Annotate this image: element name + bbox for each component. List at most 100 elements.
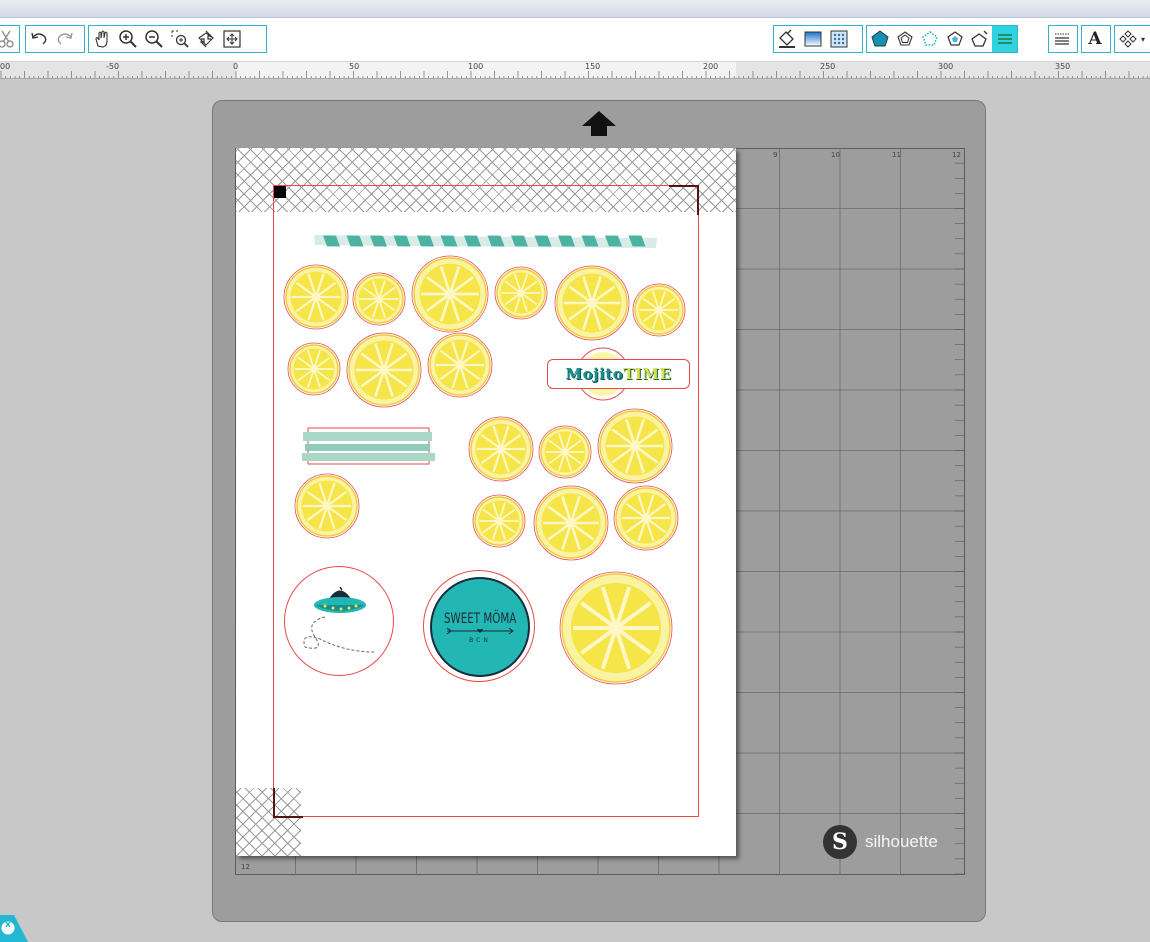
lemon-slice-sticker[interactable] xyxy=(559,571,673,685)
mojito-time-sticker[interactable]: MojitoTIME xyxy=(547,344,690,404)
scissors-icon xyxy=(0,30,14,48)
lemon-icon xyxy=(294,473,360,539)
mojito-label-text: MojitoTIME xyxy=(565,365,672,383)
lemon-slice-sticker[interactable] xyxy=(613,485,679,551)
offset-lines-icon xyxy=(1055,33,1069,45)
lemon-slice-sticker[interactable] xyxy=(411,255,489,333)
offset-tool-group xyxy=(1048,25,1078,53)
replicate-dropdown-caret[interactable]: ▾ xyxy=(1141,35,1145,44)
ruler-label: 300 xyxy=(938,62,954,71)
lemon-icon xyxy=(613,485,679,551)
cut-button[interactable] xyxy=(0,26,19,52)
fill-pattern-button[interactable] xyxy=(826,26,852,52)
lemon-slice-sticker[interactable] xyxy=(533,485,609,561)
horizontal-ruler: 00 -50 0 50 100 150 200 250 300 350 xyxy=(0,62,1150,79)
lemon-slice-sticker[interactable] xyxy=(554,265,630,341)
redo-button[interactable] xyxy=(52,26,78,52)
brand-name: silhouette xyxy=(865,832,938,851)
lemon-slice-sticker[interactable] xyxy=(352,272,406,326)
align-lines-button[interactable] xyxy=(992,26,1017,52)
lemon-icon xyxy=(346,332,422,408)
zoom-fit-button[interactable] xyxy=(193,26,219,52)
history-tool-group xyxy=(25,25,85,53)
lemon-slice-sticker[interactable] xyxy=(632,283,686,337)
offset-lines-button[interactable] xyxy=(1049,26,1075,52)
align-lines-icon xyxy=(997,34,1012,44)
pan-button[interactable] xyxy=(89,26,115,52)
ufo-icon xyxy=(303,586,376,653)
lemon-icon xyxy=(427,332,493,398)
side-panel-toggle-label: x xyxy=(5,920,11,930)
lemon-icon xyxy=(597,408,673,484)
ruler-label: 0 xyxy=(233,62,239,71)
zoom-fit-icon xyxy=(198,30,214,48)
lemon-slice-sticker[interactable] xyxy=(294,473,360,539)
text-tool-group: A xyxy=(1081,25,1111,53)
lemon-icon xyxy=(559,571,673,685)
lemon-slice-sticker[interactable] xyxy=(538,425,592,479)
mat-grid-row-label: 12 xyxy=(241,863,250,871)
lemon-slice-sticker[interactable] xyxy=(427,332,493,398)
lemon-icon xyxy=(287,342,341,396)
fill-pattern-icon xyxy=(830,30,848,48)
zoom-selection-button[interactable] xyxy=(167,26,193,52)
lemon-slice-sticker[interactable] xyxy=(283,264,349,330)
text-style-button[interactable]: A xyxy=(1082,26,1108,52)
replicate-icon xyxy=(1119,30,1137,48)
lemon-slice-sticker[interactable] xyxy=(287,342,341,396)
washi-tape-sticker[interactable] xyxy=(300,423,440,468)
window-top-strip xyxy=(0,0,1150,18)
zoom-in-button[interactable] xyxy=(115,26,141,52)
lemon-icon xyxy=(283,264,349,330)
fill-color-button[interactable] xyxy=(774,26,800,52)
arrow-heart-icon xyxy=(446,627,514,634)
shadow-button[interactable] xyxy=(942,26,967,52)
ruler-label: 50 xyxy=(349,62,360,71)
ufo-sticker[interactable] xyxy=(284,566,394,676)
transparency-icon xyxy=(970,30,987,47)
lemon-slice-sticker[interactable] xyxy=(468,416,534,482)
ruler-label: 150 xyxy=(585,62,601,71)
sweet-moma-title: SWEET MÖMA xyxy=(443,610,517,627)
lemon-icon xyxy=(533,485,609,561)
silhouette-brand: S silhouette xyxy=(823,825,938,859)
line-style-icon xyxy=(896,31,913,46)
fill-gradient-button[interactable] xyxy=(800,26,826,52)
line-color-icon xyxy=(870,30,889,47)
lemon-icon xyxy=(494,266,548,320)
pan-hand-icon xyxy=(95,30,108,48)
feed-direction-arrow-icon xyxy=(582,111,616,136)
ruler-label: 200 xyxy=(703,62,719,71)
line-pattern-button[interactable] xyxy=(917,26,942,52)
ruler-ticks xyxy=(0,71,1149,78)
lemon-icon xyxy=(468,416,534,482)
striped-straw-sticker[interactable] xyxy=(313,232,659,252)
fit-to-page-icon xyxy=(223,30,241,48)
line-style-button[interactable] xyxy=(892,26,917,52)
registration-mark-square xyxy=(274,186,286,198)
lemon-slice-sticker[interactable] xyxy=(494,266,548,320)
lemon-slice-sticker[interactable] xyxy=(472,494,526,548)
design-page[interactable]: MojitoTIME SWEET MÖMA BCN xyxy=(236,148,736,856)
view-tool-group xyxy=(88,25,267,53)
lemon-icon xyxy=(472,494,526,548)
lemon-slice-sticker[interactable] xyxy=(346,332,422,408)
transparency-button[interactable] xyxy=(967,26,992,52)
zoom-out-button[interactable] xyxy=(141,26,167,52)
ruler-label: 00 xyxy=(0,62,11,71)
lemon-icon xyxy=(352,272,406,326)
silhouette-logo-icon: S xyxy=(823,825,857,859)
sweet-moma-sticker[interactable]: SWEET MÖMA BCN xyxy=(423,570,535,682)
undo-button[interactable] xyxy=(26,26,52,52)
ruler-label: 100 xyxy=(468,62,484,71)
main-toolbar: A ▾ xyxy=(0,18,1150,62)
edit-tool-group xyxy=(0,25,20,53)
fill-gradient-icon xyxy=(804,31,822,47)
sweet-moma-badge: SWEET MÖMA BCN xyxy=(430,577,530,677)
mat-grid-column-label: 9 xyxy=(773,151,778,159)
lemon-slice-sticker[interactable] xyxy=(597,408,673,484)
fill-tool-group xyxy=(773,25,863,53)
line-color-button[interactable] xyxy=(867,26,892,52)
replicate-button[interactable] xyxy=(1115,26,1141,52)
fit-to-page-button[interactable] xyxy=(219,26,245,52)
